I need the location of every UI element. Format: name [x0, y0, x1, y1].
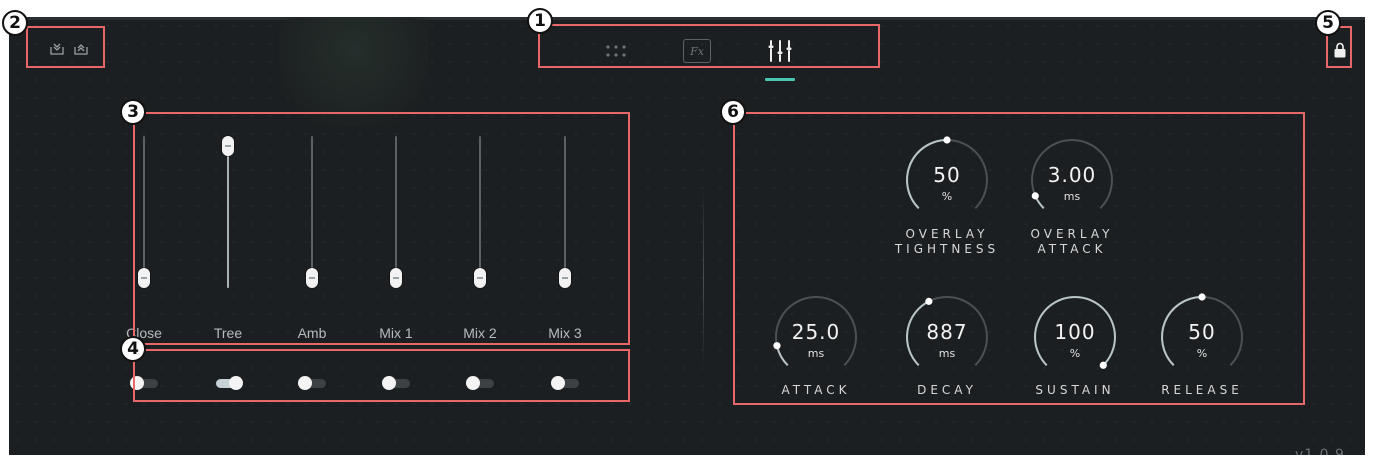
annotation-badge-3: 3 — [120, 99, 146, 125]
annotation-box-toggles — [133, 349, 630, 402]
version-label: v1.0.9 — [1295, 447, 1345, 455]
annotation-badge-5: 5 — [1315, 10, 1341, 36]
active-tab-indicator — [765, 78, 795, 81]
annotation-badge-1: 1 — [527, 8, 553, 34]
annotation-box-faders — [133, 112, 630, 345]
section-divider — [703, 187, 704, 367]
top-edge — [9, 17, 1365, 20]
annotation-box-knobs — [733, 112, 1305, 405]
annotation-box-tabs — [538, 24, 880, 68]
background-art — [279, 17, 429, 127]
annotation-badge-2: 2 — [2, 10, 28, 36]
annotation-badge-4: 4 — [120, 336, 146, 362]
annotation-badge-6: 6 — [720, 99, 746, 125]
annotation-box-top-left-buttons — [26, 26, 105, 68]
